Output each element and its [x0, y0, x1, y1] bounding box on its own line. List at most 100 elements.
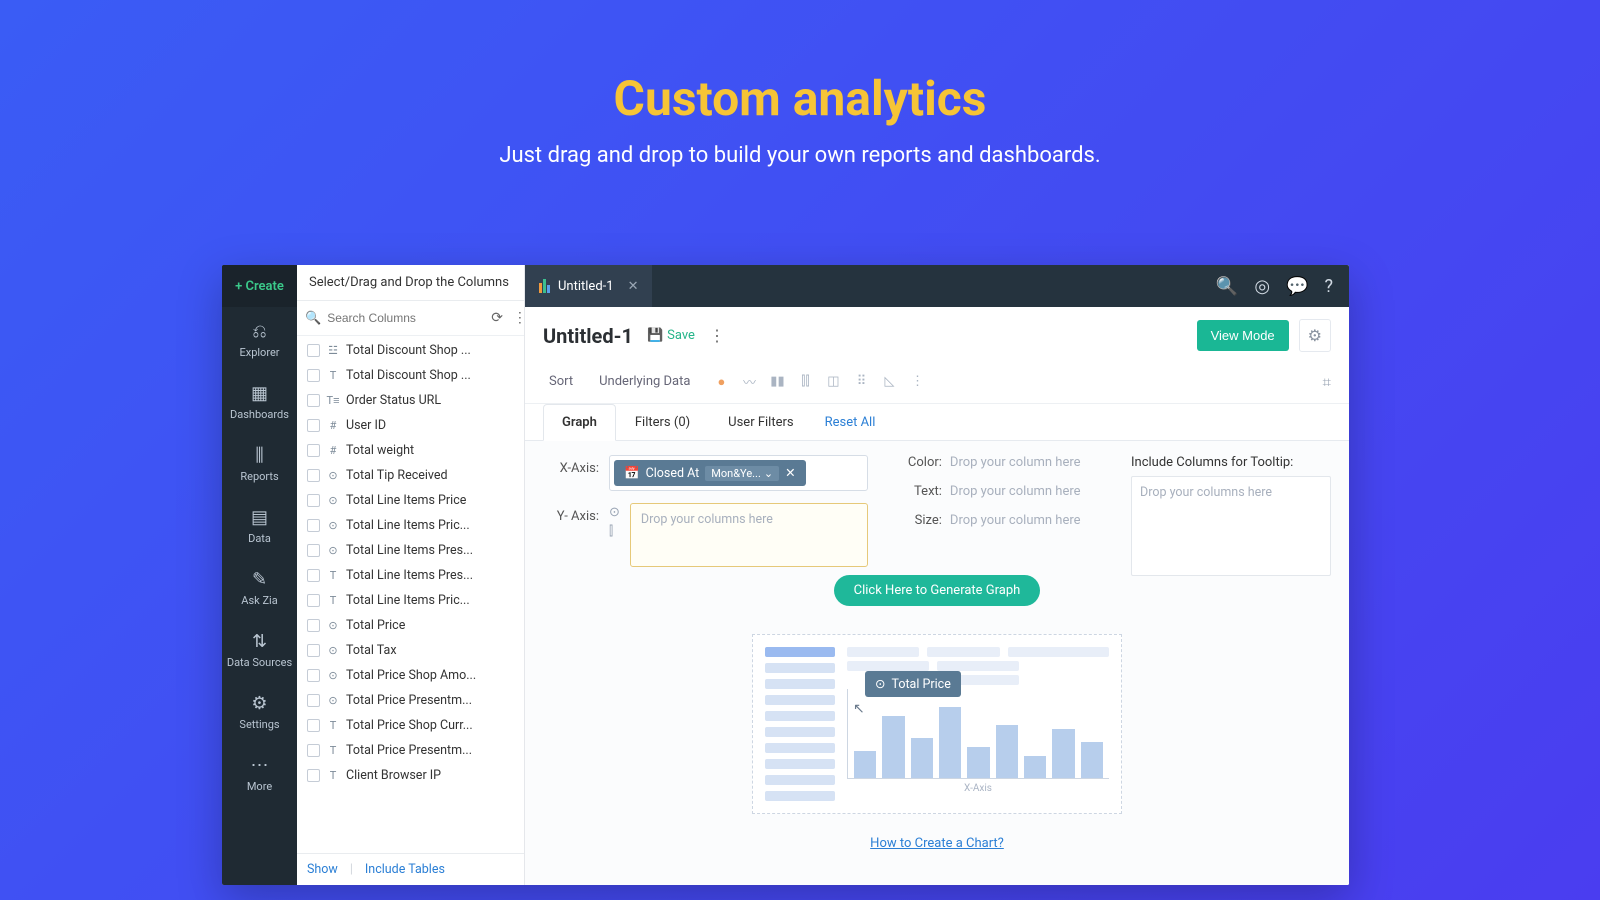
column-row[interactable]: T≡Order Status URL [297, 388, 524, 413]
column-row[interactable]: ⊙Total Line Items Price [297, 488, 524, 513]
checkbox[interactable] [307, 444, 320, 457]
checkbox[interactable] [307, 719, 320, 732]
type-icon: ⊙ [326, 494, 340, 507]
tab-filters[interactable]: Filters (0) [616, 404, 709, 440]
checkbox[interactable] [307, 669, 320, 682]
column-row[interactable]: ⊙Total Price [297, 613, 524, 638]
checkbox[interactable] [307, 494, 320, 507]
rail-settings[interactable]: ⚙Settings [222, 679, 297, 741]
column-row[interactable]: ⊙Total Tax [297, 638, 524, 663]
column-row[interactable]: ⊙Total Price Presentm... [297, 688, 524, 713]
checkbox[interactable] [307, 519, 320, 532]
column-row[interactable]: #User ID [297, 413, 524, 438]
title-more-icon[interactable]: ⋮ [709, 326, 725, 345]
column-row[interactable]: TTotal Line Items Pric... [297, 588, 524, 613]
rail-dashboards[interactable]: ▦Dashboards [222, 369, 297, 431]
rail-explorer[interactable]: ⎌Explorer [222, 307, 297, 369]
scatter-icon[interactable]: ⠿ [850, 371, 872, 393]
size-dropzone[interactable]: Drop your column here [950, 513, 1081, 528]
topbar-target-icon[interactable]: ◎ [1254, 276, 1270, 297]
column-label: Total Tip Received [346, 468, 448, 483]
column-row[interactable]: TTotal Price Presentm... [297, 738, 524, 763]
app-window: + Create ⎌Explorer ▦Dashboards ⫼Reports … [222, 265, 1349, 885]
checkbox[interactable] [307, 594, 320, 607]
tab-close-icon[interactable]: ✕ [628, 279, 639, 294]
refresh-icon[interactable]: ⟳ [488, 310, 506, 326]
checkbox[interactable] [307, 544, 320, 557]
type-icon: # [326, 444, 340, 457]
type-icon: ⊙ [326, 669, 340, 682]
checkbox[interactable] [307, 694, 320, 707]
rail-ask-zia[interactable]: ✎Ask Zia [222, 555, 297, 617]
x-axis-mode-select[interactable]: Mon&Ye... ⌄ [705, 466, 779, 481]
tab-title: Untitled-1 [558, 279, 614, 294]
chip-remove-icon[interactable]: ✕ [785, 465, 795, 481]
column-row[interactable]: ⊙Total Price Shop Amo... [297, 663, 524, 688]
y-axis-dropzone[interactable]: Drop your columns here [630, 503, 868, 567]
line-chart-icon[interactable]: 〰 [738, 371, 760, 393]
x-axis-chip[interactable]: 📅 Closed At Mon&Ye... ⌄ ✕ [614, 460, 806, 486]
checkbox[interactable] [307, 369, 320, 382]
checkbox[interactable] [307, 769, 320, 782]
checkbox[interactable] [307, 469, 320, 482]
column-row[interactable]: ⊙Total Tip Received [297, 463, 524, 488]
rail-data-sources[interactable]: ⇅Data Sources [222, 617, 297, 679]
y-axis-side-icons: ⊙ ⫿ [609, 503, 620, 539]
column-row[interactable]: # Total weight [297, 438, 524, 463]
column-row[interactable]: TTotal Price Shop Curr... [297, 713, 524, 738]
chart-type-icons: ● 〰 ▮▮ ⫿⫿ ◫ ⠿ ◺ ⋮ [710, 371, 928, 393]
column-row[interactable]: TClient Browser IP [297, 763, 524, 788]
pie-chart-icon[interactable]: ● [710, 371, 732, 393]
rail-data[interactable]: ▤Data [222, 493, 297, 555]
y-axis-row: Y- Axis: ⊙ ⫿ Drop your columns here [543, 503, 868, 567]
sort-icon[interactable]: ⫿ [609, 524, 620, 539]
generate-graph-button[interactable]: Click Here to Generate Graph [834, 575, 1041, 606]
topbar-chat-icon[interactable]: 💬 [1286, 276, 1308, 297]
column-label: Total weight [346, 443, 414, 458]
how-to-link[interactable]: How to Create a Chart? [870, 836, 1004, 851]
rail-more[interactable]: ⋯More [222, 741, 297, 803]
column-label: Total Line Items Pric... [346, 593, 470, 608]
text-dropzone[interactable]: Drop your column here [950, 484, 1081, 499]
checkbox[interactable] [307, 644, 320, 657]
column-row[interactable]: ☳Total Discount Shop ... [297, 338, 524, 363]
rail-reports[interactable]: ⫼Reports [222, 431, 297, 493]
checkbox[interactable] [307, 569, 320, 582]
tab-untitled[interactable]: Untitled-1 ✕ [525, 265, 652, 307]
checkbox[interactable] [307, 619, 320, 632]
checkbox[interactable] [307, 419, 320, 432]
toolbar-more-icon[interactable]: ⋮ [906, 371, 928, 393]
sort-link[interactable]: Sort [543, 370, 579, 393]
color-label: Color: [898, 455, 942, 470]
tab-graph[interactable]: Graph [543, 404, 616, 441]
include-tables-link[interactable]: Include Tables [365, 862, 445, 877]
hierarchy-icon[interactable]: ⌗ [1323, 373, 1331, 391]
view-mode-button[interactable]: View Mode [1197, 320, 1289, 351]
column-row[interactable]: ⊙Total Line Items Pric... [297, 513, 524, 538]
bar-chart-icon[interactable]: ▮▮ [766, 371, 788, 393]
gear-icon[interactable]: ⚙ [1299, 319, 1331, 352]
tab-user-filters[interactable]: User Filters [709, 404, 812, 440]
underlying-data-link[interactable]: Underlying Data [593, 370, 696, 393]
save-link[interactable]: 💾 Save [647, 328, 695, 343]
topbar-help-icon[interactable]: ? [1324, 276, 1333, 297]
topbar-search-icon[interactable]: 🔍 [1216, 276, 1238, 297]
currency-icon[interactable]: ⊙ [609, 505, 620, 520]
x-axis-dropzone[interactable]: 📅 Closed At Mon&Ye... ⌄ ✕ [609, 455, 868, 491]
column-label: Total Line Items Pres... [346, 568, 473, 583]
area-icon[interactable]: ◺ [878, 371, 900, 393]
combo-chart-icon[interactable]: ◫ [822, 371, 844, 393]
column-row[interactable]: ⊙Total Line Items Pres... [297, 538, 524, 563]
checkbox[interactable] [307, 394, 320, 407]
column-row[interactable]: TTotal Line Items Pres... [297, 563, 524, 588]
show-link[interactable]: Show [307, 862, 338, 877]
checkbox[interactable] [307, 344, 320, 357]
stacked-bar-icon[interactable]: ⫿⫿ [794, 371, 816, 393]
columns-search-input[interactable] [325, 307, 484, 329]
reset-all-link[interactable]: Reset All [825, 415, 876, 430]
column-row[interactable]: TTotal Discount Shop ... [297, 363, 524, 388]
create-button[interactable]: + Create [222, 265, 297, 307]
tooltip-dropzone[interactable]: Drop your columns here [1131, 476, 1331, 576]
color-dropzone[interactable]: Drop your column here [950, 455, 1081, 470]
checkbox[interactable] [307, 744, 320, 757]
